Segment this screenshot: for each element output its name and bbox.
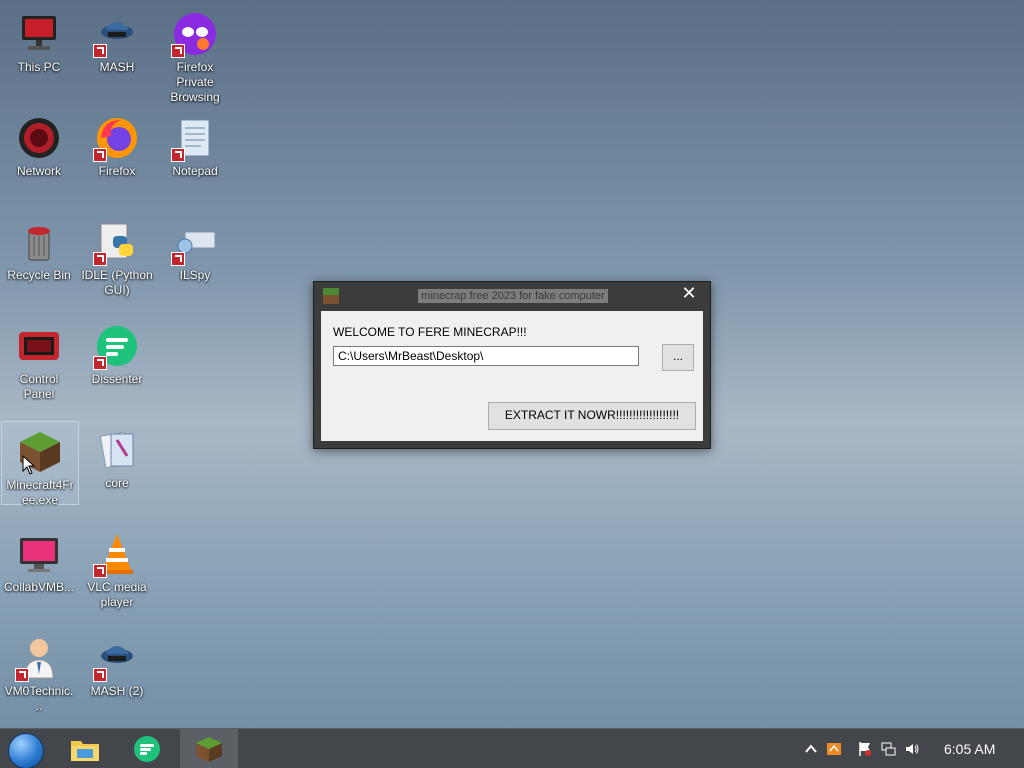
shortcut-arrow-icon (93, 356, 107, 370)
shortcut-arrow-icon (93, 668, 107, 682)
icon-label: VLC media player (87, 580, 147, 609)
desktop-icon-notepad[interactable]: Notepad (157, 108, 233, 179)
dissenter-icon (93, 322, 141, 370)
icon-label: core (105, 476, 129, 490)
taskbar-clock[interactable]: 6:05 AM (944, 741, 995, 757)
shortcut-arrow-icon (15, 668, 29, 682)
desktop-icon-firefox-private[interactable]: Firefox Private Browsing (157, 4, 233, 105)
icon-label: Dissenter (91, 372, 143, 386)
icon-label: Control Panel (19, 372, 59, 401)
folder-icon (69, 735, 101, 763)
collabvm-icon (15, 530, 63, 578)
taskbar-item-file-explorer[interactable] (56, 729, 114, 768)
recycle-bin-icon (15, 218, 63, 266)
notepad-icon (171, 114, 219, 162)
python-idle-icon (93, 218, 141, 266)
control-panel-icon (15, 322, 63, 370)
icon-label: ILSpy (179, 268, 211, 282)
desktop-icon-vm0-technician[interactable]: VM0Technic... (1, 628, 77, 714)
icon-label: VM0Technic... (4, 684, 74, 713)
taskbar-item-minecraft[interactable] (180, 729, 238, 768)
welcome-text: WELCOME TO FERE MINECRAP!!! (333, 325, 527, 339)
shortcut-arrow-icon (171, 252, 185, 266)
icon-label: Network (16, 164, 61, 178)
desktop-icon-this-pc[interactable]: This PC (1, 4, 77, 75)
chevron-up-icon[interactable] (803, 741, 819, 757)
shortcut-arrow-icon (93, 44, 107, 58)
shortcut-arrow-icon (93, 148, 107, 162)
desktop-icon-dissenter[interactable]: Dissenter (79, 316, 155, 387)
dissenter-icon (131, 735, 163, 763)
desktop-icon-network[interactable]: Network (1, 108, 77, 179)
icon-label: This PC (17, 60, 61, 74)
icon-label: Recycle Bin (7, 268, 71, 282)
close-button[interactable]: ✕ (674, 282, 704, 304)
icon-label: Minecraft4Free.exe (6, 478, 74, 507)
path-input[interactable] (333, 346, 639, 366)
volume-icon[interactable] (904, 741, 920, 757)
vlc-icon (93, 530, 141, 578)
shortcut-arrow-icon (171, 44, 185, 58)
minecraft-icon (193, 735, 225, 763)
desktop-icon-mash[interactable]: MASH (79, 4, 155, 75)
desktop-icon-firefox[interactable]: Firefox (79, 108, 155, 179)
desktop-icon-idle[interactable]: IDLE (Python GUI) (79, 212, 155, 298)
core-icon (93, 426, 141, 474)
network-icon[interactable] (880, 741, 896, 757)
network-icon (15, 114, 63, 162)
desktop-icon-ilspy[interactable]: ILSpy (157, 212, 233, 283)
icon-label: MASH (99, 60, 135, 74)
shortcut-arrow-icon (93, 252, 107, 266)
start-button[interactable] (8, 733, 44, 768)
mash-icon (93, 10, 141, 58)
shortcut-arrow-icon (171, 148, 185, 162)
desktop-icon-vlc[interactable]: VLC media player (79, 524, 155, 610)
dialog-titlebar[interactable]: minecrap free 2023 for fake computer ✕ (314, 282, 710, 310)
firefox-private-icon (171, 10, 219, 58)
this-pc-icon (15, 10, 63, 58)
icon-label: IDLE (Python GUI) (81, 268, 153, 297)
minecraft-icon (323, 288, 339, 304)
notification-icon[interactable] (826, 741, 842, 757)
desktop-icon-collabvm[interactable]: CollabVMB... (1, 524, 77, 595)
shortcut-arrow-icon (93, 564, 107, 578)
icon-label: CollabVMB... (3, 580, 75, 594)
desktop-icon-control-panel[interactable]: Control Panel (1, 316, 77, 402)
firefox-icon (93, 114, 141, 162)
icon-label: Notepad (172, 164, 218, 178)
ilspy-icon (171, 218, 219, 266)
taskbar-item-dissenter[interactable] (118, 729, 176, 768)
taskbar: 6:05 AM (0, 728, 1024, 768)
icon-label: Firefox Private Browsing (170, 60, 220, 104)
dialog-body: WELCOME TO FERE MINECRAP!!! ... EXTRACT … (321, 311, 703, 441)
desktop: This PC MASH Firefox Private Browsing Ne… (0, 0, 1024, 768)
desktop-icon-mash-2[interactable]: MASH (2) (79, 628, 155, 699)
installer-dialog[interactable]: minecrap free 2023 for fake computer ✕ W… (313, 281, 711, 449)
flag-icon[interactable] (857, 741, 873, 757)
browse-button[interactable]: ... (662, 344, 694, 371)
extract-button[interactable]: EXTRACT IT NOWR!!!!!!!!!!!!!!!!!!! (488, 402, 696, 430)
desktop-icon-recycle-bin[interactable]: Recycle Bin (1, 212, 77, 283)
icon-label: Firefox (98, 164, 136, 178)
desktop-icon-minecraft4free[interactable]: Minecraft4Free.exe (1, 421, 79, 507)
desktop-icon-core[interactable]: core (79, 420, 155, 491)
mash-icon (93, 634, 141, 682)
dialog-title: minecrap free 2023 for fake computer (418, 289, 608, 303)
icon-label: MASH (2) (90, 684, 144, 698)
vm0-technician-icon (15, 634, 63, 682)
